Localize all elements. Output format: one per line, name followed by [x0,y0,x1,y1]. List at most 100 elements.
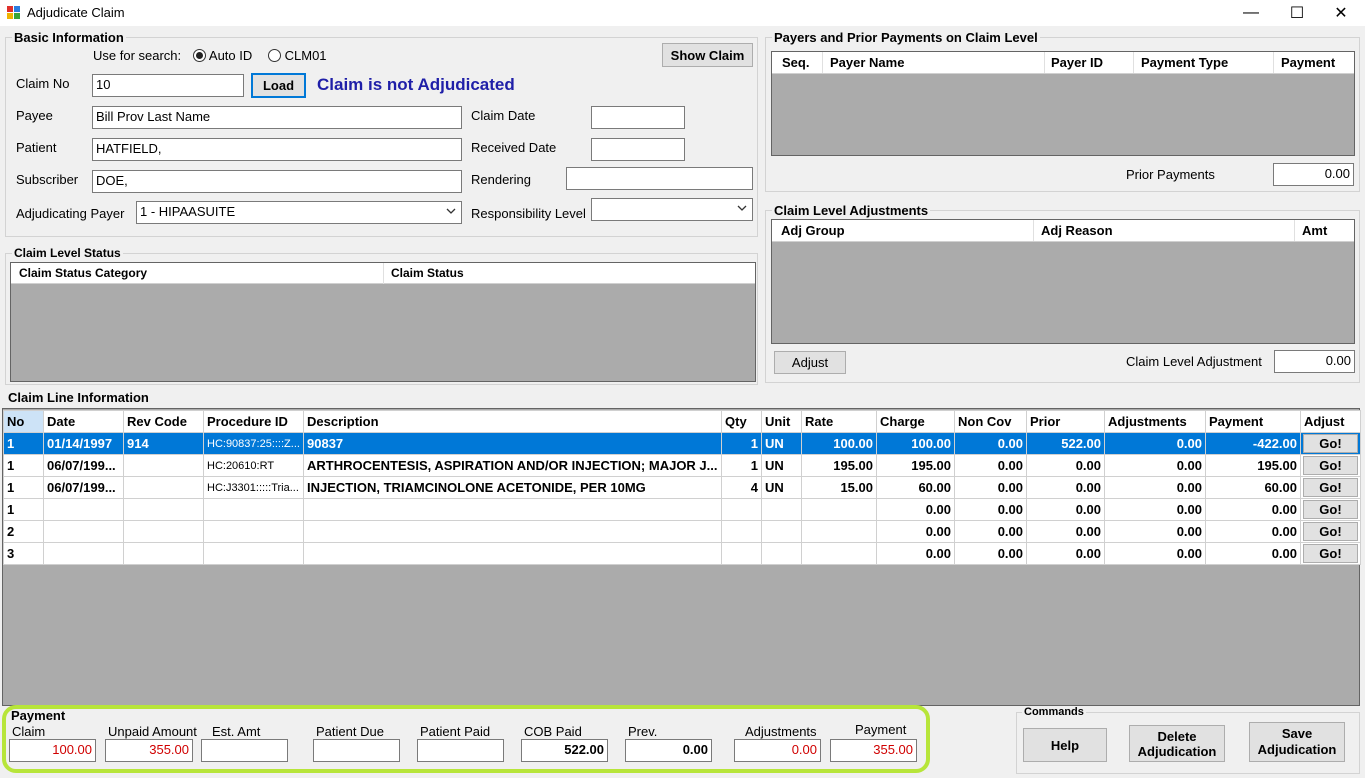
adjustments-grid[interactable]: Adj Group Adj Reason Amt [771,219,1355,344]
table-row[interactable]: 2 0.00 0.00 0.00 0.00 0.00 Go! [3,520,1361,543]
table-row[interactable]: 1 0.00 0.00 0.00 0.00 0.00 Go! [3,498,1361,521]
cell-no[interactable]: 2 [3,520,44,543]
go-button[interactable]: Go! [1303,478,1358,497]
cell-payment[interactable]: 60.00 [1205,476,1301,499]
cell-date[interactable]: 01/14/1997 [43,432,124,455]
cell-charge[interactable]: 60.00 [876,476,955,499]
cell-rate[interactable] [801,520,877,543]
cell-date[interactable]: 06/07/199... [43,454,124,477]
cell-prior[interactable]: 0.00 [1026,520,1105,543]
table-row[interactable]: 1 06/07/199... HC:20610:RT ARTHROCENTESI… [3,454,1361,477]
cell-description[interactable] [303,520,722,543]
save-adjudication-button[interactable]: Save Adjudication [1249,722,1345,762]
cell-unit[interactable]: UN [761,476,802,499]
received-date-input[interactable] [591,138,685,161]
radio-clm01[interactable]: CLM01 [268,48,327,63]
cell-non-cov[interactable]: 0.00 [954,520,1027,543]
adjust-button[interactable]: Adjust [774,351,846,374]
cell-date[interactable] [43,542,124,565]
cell-qty[interactable]: 1 [721,454,762,477]
cell-description[interactable]: 90837 [303,432,722,455]
cell-no[interactable]: 1 [3,454,44,477]
cell-unit[interactable] [761,520,802,543]
maximize-button[interactable]: ☐ [1274,0,1320,26]
cell-no[interactable]: 1 [3,476,44,499]
cell-prior[interactable]: 0.00 [1026,542,1105,565]
cell-payment[interactable]: 0.00 [1205,520,1301,543]
patient-paid-input[interactable] [417,739,504,762]
claim-no-input[interactable]: 10 [92,74,244,97]
cell-non-cov[interactable]: 0.00 [954,432,1027,455]
cell-adjustments[interactable]: 0.00 [1104,432,1206,455]
cell-rev-code[interactable] [123,476,204,499]
cell-date[interactable]: 06/07/199... [43,476,124,499]
cell-charge[interactable]: 0.00 [876,520,955,543]
cell-adjustments[interactable]: 0.00 [1104,454,1206,477]
cell-qty[interactable] [721,520,762,543]
claim-date-input[interactable] [591,106,685,129]
go-button[interactable]: Go! [1303,544,1358,563]
cell-non-cov[interactable]: 0.00 [954,498,1027,521]
radio-auto-id-circle[interactable] [193,49,206,62]
cell-non-cov[interactable]: 0.00 [954,542,1027,565]
cell-qty[interactable] [721,542,762,565]
close-button[interactable]: ✕ [1318,0,1364,26]
cob-paid-input[interactable]: 522.00 [521,739,608,762]
cell-prior[interactable]: 0.00 [1026,454,1105,477]
cell-adjustments[interactable]: 0.00 [1104,498,1206,521]
claim-status-grid[interactable]: Claim Status Category Claim Status [10,262,756,382]
cell-rev-code[interactable] [123,520,204,543]
payment-adjustments-input[interactable]: 0.00 [734,739,821,762]
go-button[interactable]: Go! [1303,434,1358,453]
cell-unit[interactable] [761,498,802,521]
cell-rev-code[interactable] [123,454,204,477]
radio-clm01-circle[interactable] [268,49,281,62]
table-row[interactable]: 1 01/14/1997 914 HC:90837:25::::Z... 908… [3,432,1361,455]
cell-prior[interactable]: 0.00 [1026,476,1105,499]
cell-procedure-id[interactable]: HC:20610:RT [203,454,304,477]
cell-no[interactable]: 1 [3,432,44,455]
cell-adjustments[interactable]: 0.00 [1104,476,1206,499]
claim-amount-input[interactable]: 100.00 [9,739,96,762]
cell-rev-code[interactable] [123,498,204,521]
cell-description[interactable] [303,542,722,565]
est-amt-input[interactable] [201,739,288,762]
patient-due-input[interactable] [313,739,400,762]
cell-procedure-id[interactable] [203,498,304,521]
table-row[interactable]: 3 0.00 0.00 0.00 0.00 0.00 Go! [3,542,1361,565]
cell-non-cov[interactable]: 0.00 [954,476,1027,499]
cell-description[interactable]: INJECTION, TRIAMCINOLONE ACETONIDE, PER … [303,476,722,499]
cell-payment[interactable]: 0.00 [1205,542,1301,565]
payee-input[interactable]: Bill Prov Last Name [92,106,462,129]
cell-rate[interactable]: 15.00 [801,476,877,499]
go-button[interactable]: Go! [1303,456,1358,475]
subscriber-input[interactable]: DOE, [92,170,462,193]
payers-grid[interactable]: Seq. Payer Name Payer ID Payment Type Pa… [771,51,1355,156]
prev-input[interactable]: 0.00 [625,739,712,762]
cell-date[interactable] [43,520,124,543]
cell-description[interactable]: ARTHROCENTESIS, ASPIRATION AND/OR INJECT… [303,454,722,477]
go-button[interactable]: Go! [1303,522,1358,541]
help-button[interactable]: Help [1023,728,1107,762]
load-button[interactable]: Load [251,73,306,98]
cell-description[interactable] [303,498,722,521]
cell-qty[interactable] [721,498,762,521]
cell-prior[interactable]: 0.00 [1026,498,1105,521]
cell-rate[interactable] [801,542,877,565]
rendering-input[interactable] [566,167,753,190]
cell-adjustments[interactable]: 0.00 [1104,542,1206,565]
prior-payments-input[interactable]: 0.00 [1273,163,1354,186]
show-claim-button[interactable]: Show Claim [662,43,753,67]
payment-input[interactable]: 355.00 [830,739,917,762]
cell-procedure-id[interactable]: HC:J3301:::::Tria... [203,476,304,499]
cell-date[interactable] [43,498,124,521]
cell-payment[interactable]: -422.00 [1205,432,1301,455]
radio-auto-id[interactable]: Auto ID [193,48,252,63]
cell-procedure-id[interactable]: HC:90837:25::::Z... [203,432,304,455]
cell-charge[interactable]: 195.00 [876,454,955,477]
cell-rate[interactable] [801,498,877,521]
cell-unit[interactable] [761,542,802,565]
cell-charge[interactable]: 100.00 [876,432,955,455]
cell-adjustments[interactable]: 0.00 [1104,520,1206,543]
cell-rate[interactable]: 195.00 [801,454,877,477]
